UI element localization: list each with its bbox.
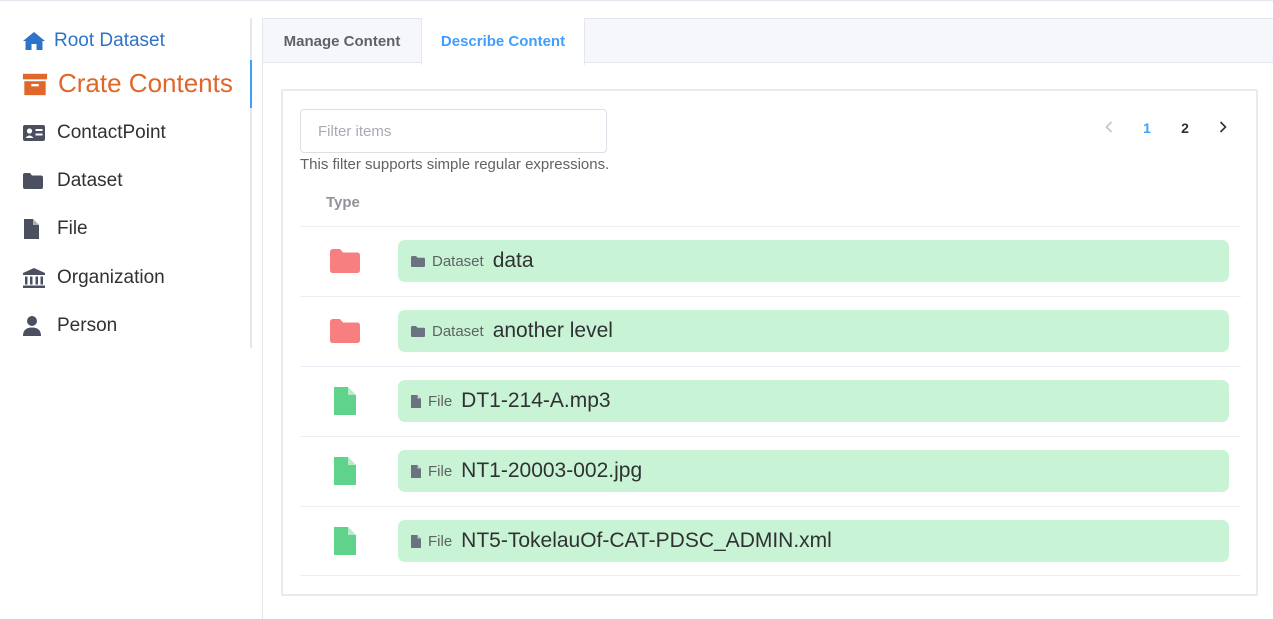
prev-page-button[interactable] [1090,115,1128,141]
person-icon [22,315,48,337]
table-row: File NT1-20003-002.jpg [300,436,1241,506]
file-icon [22,218,48,240]
file-icon [410,394,422,409]
folder-icon [328,246,362,276]
page-1-button[interactable]: 1 [1128,115,1166,141]
sidebar-item-file[interactable]: File [22,218,88,240]
entity-name: DT1-214-A.mp3 [461,389,611,412]
entity-name: NT1-20003-002.jpg [461,459,643,482]
chevron-right-icon [1218,120,1228,137]
home-icon [22,31,48,51]
sidebar-item-contactpoint[interactable]: ContactPoint [22,122,166,144]
sidebar-active-indicator [250,60,252,108]
sidebar-item-label: File [57,218,88,239]
table-row: File NT5-TokelauOf-CAT-PDSC_ADMIN.xml [300,506,1241,576]
chevron-left-icon [1104,120,1114,137]
table-row: File DT1-214-A.mp3 [300,366,1241,436]
tab-describe-content[interactable]: Describe Content [421,18,585,65]
entity-type-label: Dataset [432,322,484,340]
next-page-button[interactable] [1204,115,1242,141]
entity-link-nt1-20003-002-jpg[interactable]: File NT1-20003-002.jpg [398,450,1229,492]
entity-link-nt5-tokelauof-xml[interactable]: File NT5-TokelauOf-CAT-PDSC_ADMIN.xml [398,520,1229,562]
column-header-type: Type [326,194,360,211]
file-icon [328,386,362,416]
table-row: Dataset data [300,226,1241,296]
filter-input[interactable] [300,109,607,153]
archive-box-icon [22,71,48,97]
tab-manage-content[interactable]: Manage Content [263,18,421,64]
entity-link-data[interactable]: Dataset data [398,240,1229,282]
entity-type-label: File [428,392,453,410]
entity-name: NT5-TokelauOf-CAT-PDSC_ADMIN.xml [461,529,832,552]
sidebar-crate-contents[interactable]: Crate Contents [22,68,233,99]
file-icon [328,526,362,556]
content-panel: This filter supports simple regular expr… [281,89,1258,596]
sidebar-crate-label: Crate Contents [58,68,233,98]
table-row: Dataset another level [300,296,1241,366]
folder-icon [328,316,362,346]
folder-icon [410,255,426,268]
folder-icon [22,172,48,190]
entity-name: data [492,249,534,272]
entity-link-dt1-214-a-mp3[interactable]: File DT1-214-A.mp3 [398,380,1229,422]
sidebar-root-label: Root Dataset [54,30,165,51]
sidebar-item-person[interactable]: Person [22,315,117,337]
sidebar-item-label: ContactPoint [57,122,166,143]
sidebar-item-organization[interactable]: Organization [22,267,165,289]
sidebar-item-label: Dataset [57,170,123,191]
page-2-button[interactable]: 2 [1166,115,1204,141]
entity-list: Dataset data Dataset another level File … [300,226,1241,576]
filter-hint: This filter supports simple regular expr… [300,156,610,173]
main-content: Manage Content Describe Content This fil… [262,18,1273,619]
entity-name: another level [492,319,613,342]
entity-link-another-level[interactable]: Dataset another level [398,310,1229,352]
folder-icon [410,325,426,338]
entity-type-label: File [428,532,453,550]
file-icon [410,534,422,549]
sidebar-item-label: Organization [57,267,165,288]
id-card-icon [22,124,48,142]
sidebar-root-dataset-link[interactable]: Root Dataset [22,30,165,52]
file-icon [328,456,362,486]
institution-icon [22,267,48,289]
tab-bar: Manage Content Describe Content [263,18,1273,65]
sidebar-item-label: Person [57,315,118,336]
sidebar: Root Dataset Crate Contents ContactPoint… [0,18,252,348]
entity-type-label: File [428,462,453,480]
entity-type-label: Dataset [432,252,484,270]
file-icon [410,464,422,479]
pagination: 1 2 [1090,115,1242,141]
sidebar-item-dataset[interactable]: Dataset [22,170,122,192]
top-divider [0,0,1273,1]
